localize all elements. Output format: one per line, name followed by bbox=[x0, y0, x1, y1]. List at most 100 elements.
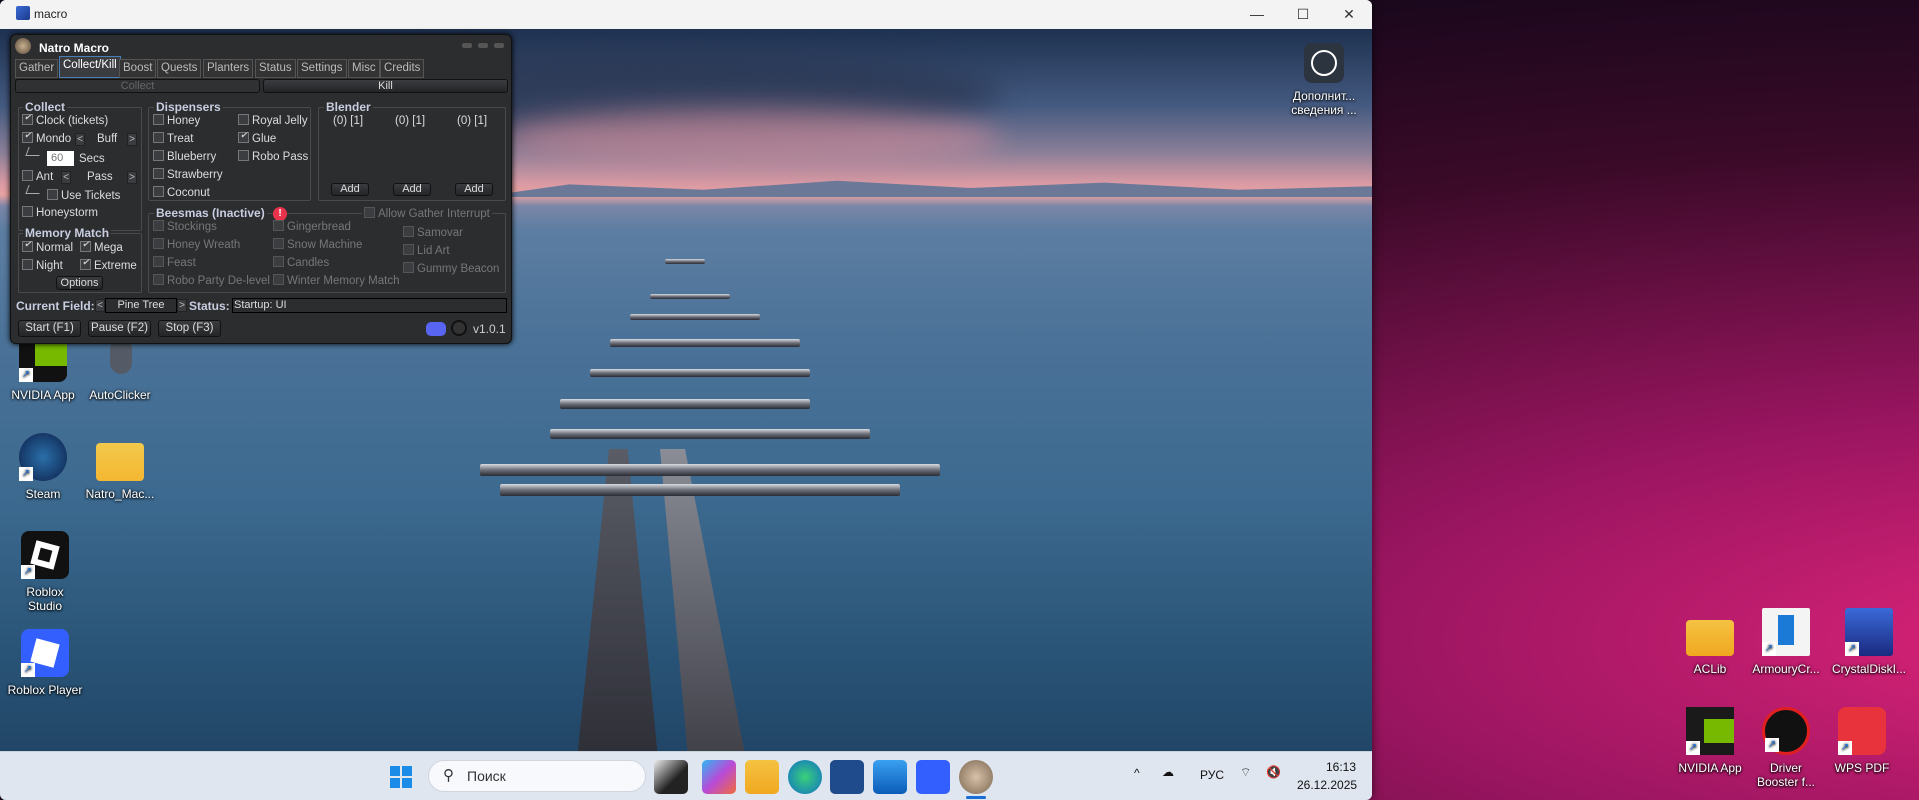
natro-maximize-button[interactable] bbox=[478, 43, 488, 48]
clock-date[interactable]: 26.12.2025 bbox=[1297, 778, 1357, 792]
mm-extreme-checkbox[interactable]: Extreme bbox=[80, 257, 137, 272]
host-icon-driver-booster[interactable]: ↗ Driver Booster f... bbox=[1748, 707, 1824, 792]
mondo-checkbox[interactable]: Mondo bbox=[22, 130, 71, 145]
nvidia-icon: ↗ bbox=[1686, 707, 1734, 755]
tab-boost[interactable]: Boost bbox=[119, 59, 157, 78]
gummy-beacon-checkbox[interactable]: Gummy Beacon bbox=[403, 262, 499, 275]
desktop-icon-natro-folder[interactable]: Natro_Mac... bbox=[82, 433, 158, 501]
cloud-off-icon[interactable]: ☁ bbox=[1162, 765, 1174, 779]
tab-quests[interactable]: Quests bbox=[157, 59, 202, 78]
desktop-icon-info[interactable]: Дополнит... сведения ... bbox=[1282, 43, 1366, 117]
glue-checkbox[interactable]: Glue bbox=[238, 130, 276, 145]
tab-misc[interactable]: Misc bbox=[348, 59, 380, 78]
treat-checkbox[interactable]: Treat bbox=[153, 132, 193, 145]
stop-button[interactable]: Stop (F3) bbox=[158, 320, 221, 337]
candles-checkbox[interactable]: Candles bbox=[273, 256, 329, 269]
host-icon-aclib[interactable]: ACLib bbox=[1672, 608, 1748, 676]
honey-checkbox[interactable]: Honey bbox=[153, 114, 200, 127]
snow-machine-checkbox[interactable]: Snow Machine bbox=[273, 238, 362, 251]
honey-wreath-checkbox[interactable]: Honey Wreath bbox=[153, 238, 240, 251]
icon-label: NVIDIA App bbox=[11, 388, 75, 402]
edge-icon[interactable] bbox=[788, 760, 822, 794]
search-icon: ⚲ bbox=[443, 767, 454, 784]
mm-night-checkbox[interactable]: Night bbox=[22, 259, 63, 272]
desktop-icon-nvidia[interactable]: ↗ NVIDIA App bbox=[5, 334, 81, 402]
file-explorer-icon[interactable] bbox=[745, 760, 779, 794]
robo-party-checkbox[interactable]: Robo Party De-level bbox=[153, 274, 270, 287]
start-button[interactable] bbox=[390, 766, 412, 788]
natro-close-button[interactable] bbox=[494, 43, 504, 48]
icon-label: AutoClicker bbox=[89, 388, 151, 402]
language-indicator[interactable]: РУС bbox=[1200, 768, 1224, 782]
host-icon-wps-pdf[interactable]: ↗ WPS PDF bbox=[1824, 707, 1900, 775]
lid-art-checkbox[interactable]: Lid Art bbox=[403, 244, 450, 257]
roblox-taskbar-icon[interactable] bbox=[916, 760, 950, 794]
volume-muted-icon[interactable]: 🔇 bbox=[1266, 765, 1281, 779]
search-box[interactable]: ⚲ Поиск bbox=[428, 760, 646, 792]
tab-settings[interactable]: Settings bbox=[297, 59, 347, 78]
stockings-checkbox[interactable]: Stockings bbox=[153, 220, 217, 233]
blender-add-1-button[interactable]: Add bbox=[331, 183, 369, 196]
mondo-next-button[interactable]: > bbox=[127, 133, 137, 146]
desktop-icon-roblox-studio[interactable]: ↗ Roblox Studio bbox=[5, 531, 85, 613]
store-icon[interactable] bbox=[830, 760, 864, 794]
feast-checkbox[interactable]: Feast bbox=[153, 256, 196, 269]
clock-time[interactable]: 16:13 bbox=[1326, 760, 1356, 774]
tab-credits[interactable]: Credits bbox=[380, 59, 425, 78]
strawberry-checkbox[interactable]: Strawberry bbox=[153, 168, 223, 181]
mm-mega-checkbox[interactable]: Mega bbox=[80, 239, 123, 254]
host-icon-crystaldisk[interactable]: ↗ CrystalDiskI... bbox=[1824, 608, 1914, 676]
allow-gather-interrupt-checkbox[interactable]: Allow Gather Interrupt bbox=[362, 207, 492, 220]
ant-checkbox[interactable]: Ant bbox=[22, 170, 53, 183]
m365-icon[interactable] bbox=[702, 760, 736, 794]
maximize-button[interactable]: ☐ bbox=[1280, 0, 1326, 29]
ant-prev-button[interactable]: < bbox=[61, 171, 71, 184]
field-next-button[interactable]: > bbox=[177, 299, 187, 312]
desktop-icon-autoclicker[interactable]: AutoClicker bbox=[82, 334, 158, 402]
tab-gather[interactable]: Gather bbox=[15, 59, 59, 78]
ant-next-button[interactable]: > bbox=[127, 171, 137, 184]
kill-subtab[interactable]: Kill bbox=[263, 79, 508, 93]
collect-subtab[interactable]: Collect bbox=[15, 79, 260, 93]
mm-options-button[interactable]: Options bbox=[56, 276, 103, 290]
task-view-icon[interactable] bbox=[654, 760, 688, 794]
minimize-button[interactable]: — bbox=[1234, 0, 1280, 29]
field-prev-button[interactable]: < bbox=[95, 299, 105, 312]
winter-memory-match-checkbox[interactable]: Winter Memory Match bbox=[273, 274, 399, 287]
use-tickets-checkbox[interactable]: Use Tickets bbox=[47, 189, 120, 202]
alert-icon[interactable]: ! bbox=[273, 207, 287, 221]
coconut-checkbox[interactable]: Coconut bbox=[153, 186, 210, 199]
natro-taskbar-icon[interactable] bbox=[959, 760, 993, 794]
vm-title: macro bbox=[34, 7, 68, 21]
mm-normal-checkbox[interactable]: Normal bbox=[22, 239, 73, 254]
vm-title-bar[interactable]: macro — ☐ ✕ bbox=[0, 0, 1372, 29]
desktop-icon-steam[interactable]: ↗ Steam bbox=[5, 433, 81, 501]
royal-jelly-checkbox[interactable]: Royal Jelly bbox=[238, 114, 308, 127]
tab-status[interactable]: Status bbox=[255, 59, 296, 78]
wifi-icon[interactable]: ⌔ bbox=[1240, 765, 1251, 780]
dispensers-title: Dispensers bbox=[154, 100, 223, 114]
desktop-icon-roblox-player[interactable]: ↗ Roblox Player bbox=[2, 629, 88, 697]
start-button[interactable]: Start (F1) bbox=[18, 320, 81, 337]
host-icon-nvidia[interactable]: ↗ NVIDIA App bbox=[1672, 707, 1748, 775]
close-button[interactable]: ✕ bbox=[1326, 0, 1372, 29]
tab-collect-kill[interactable]: Collect/Kill bbox=[59, 56, 121, 78]
blender-add-3-button[interactable]: Add bbox=[455, 183, 493, 196]
outlook-icon[interactable] bbox=[873, 760, 907, 794]
discord-icon[interactable] bbox=[426, 322, 446, 336]
honeystorm-checkbox[interactable]: Honeystorm bbox=[22, 206, 98, 219]
host-icon-armoury[interactable]: ↗ ArmouryCr... bbox=[1748, 608, 1824, 676]
pause-button[interactable]: Pause (F2) bbox=[88, 320, 151, 337]
clock-checkbox[interactable]: Clock (tickets) bbox=[22, 112, 108, 127]
tab-planters[interactable]: Planters bbox=[203, 59, 254, 78]
samovar-checkbox[interactable]: Samovar bbox=[403, 226, 463, 239]
natro-minimize-button[interactable] bbox=[462, 43, 472, 48]
blender-add-2-button[interactable]: Add bbox=[393, 183, 431, 196]
mondo-prev-button[interactable]: < bbox=[75, 133, 85, 146]
robo-pass-checkbox[interactable]: Robo Pass bbox=[238, 150, 308, 163]
blueberry-checkbox[interactable]: Blueberry bbox=[153, 150, 216, 163]
tray-overflow-icon[interactable]: ^ bbox=[1134, 766, 1140, 780]
mondo-secs-input[interactable]: 60 bbox=[47, 151, 74, 166]
github-icon[interactable] bbox=[451, 320, 467, 336]
gingerbread-checkbox[interactable]: Gingerbread bbox=[273, 220, 351, 233]
